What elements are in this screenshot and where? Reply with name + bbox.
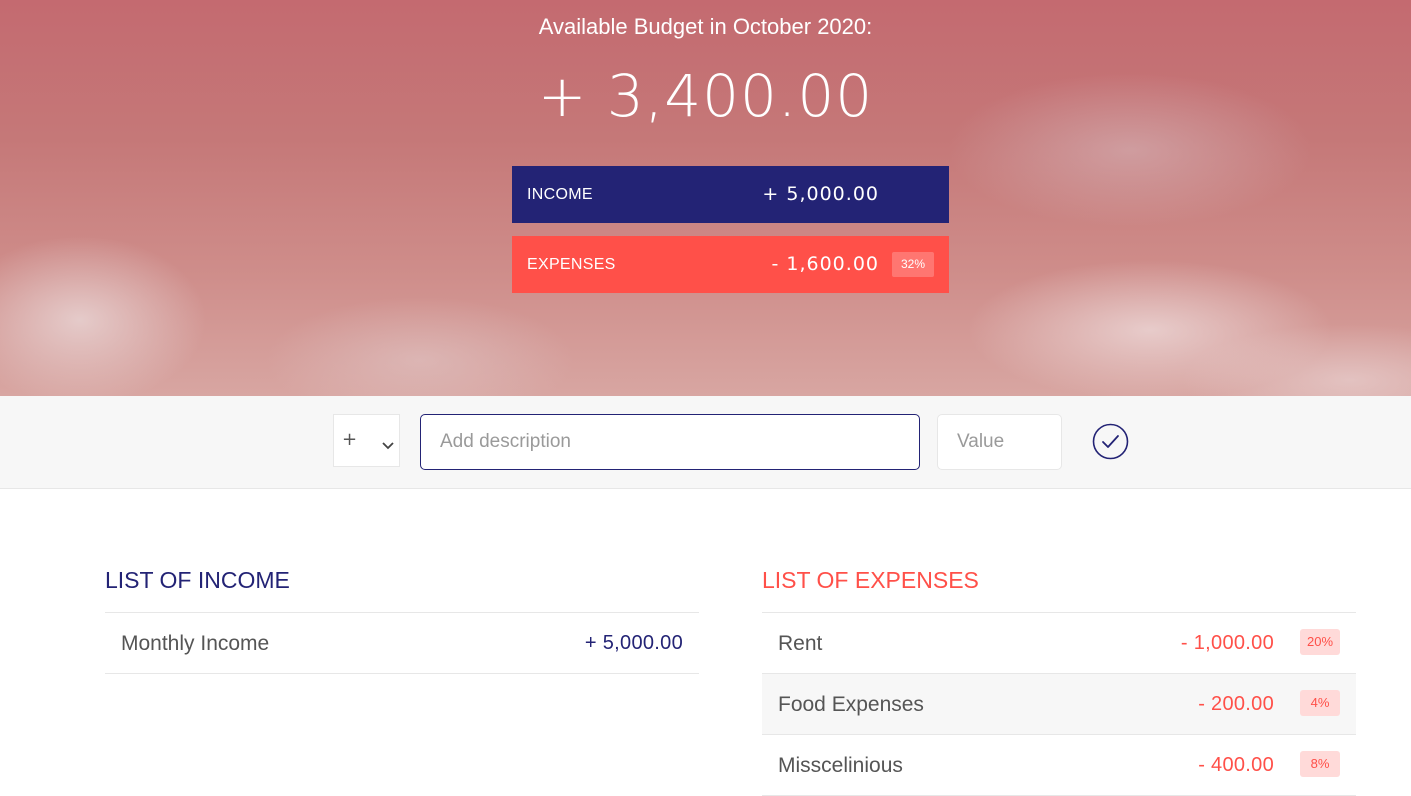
income-item-value: + 5,000.00 — [584, 632, 683, 654]
expense-item-description: Food Expenses — [778, 693, 924, 716]
budget-title: Available Budget in October 2020: — [538, 14, 873, 39]
income-summary-value: + 5,000.00 — [762, 183, 879, 205]
expenses-percentage-badge: 32% — [892, 252, 934, 277]
expenses-summary-label: EXPENSES — [527, 256, 616, 273]
add-item-button[interactable] — [1092, 423, 1129, 460]
expense-item-value: - 400.00 — [1198, 754, 1274, 776]
income-list-title: LIST OF INCOME — [105, 560, 699, 613]
expense-item-value: - 1,000.00 — [1180, 632, 1274, 654]
description-input[interactable] — [420, 414, 920, 470]
income-summary-label: INCOME — [527, 186, 593, 203]
income-item[interactable]: Monthly Income + 5,000.00 — [105, 613, 699, 674]
available-budget-value: + 3,400.00 — [537, 62, 874, 130]
expense-item-percentage: 20% — [1300, 629, 1340, 655]
expense-item[interactable]: Misscelinious - 400.00 8% — [762, 735, 1356, 796]
budget-header: Available Budget in October 2020: + 3,40… — [0, 0, 1411, 396]
expense-item-value: - 200.00 — [1198, 693, 1274, 715]
expenses-summary-value: - 1,600.00 — [771, 253, 879, 275]
type-select[interactable]: + — [333, 414, 400, 467]
check-circle-icon — [1092, 423, 1129, 463]
expense-item-percentage: 8% — [1300, 751, 1340, 777]
income-item-description: Monthly Income — [121, 632, 270, 655]
type-select-value: + — [342, 429, 358, 450]
expenses-summary: EXPENSES - 1,600.00 32% — [512, 236, 949, 293]
value-input[interactable] — [937, 414, 1062, 470]
expenses-list: LIST OF EXPENSES Rent - 1,000.00 20% Foo… — [762, 560, 1356, 796]
expense-item-description: Misscelinious — [778, 754, 903, 777]
expenses-list-title: LIST OF EXPENSES — [762, 560, 1356, 613]
expense-item-percentage: 4% — [1300, 690, 1340, 716]
chevron-down-icon — [382, 435, 394, 454]
add-item-bar: + — [0, 396, 1411, 489]
expense-item[interactable]: Food Expenses - 200.00 4% — [762, 674, 1356, 735]
income-list: LIST OF INCOME Monthly Income + 5,000.00 — [105, 560, 699, 674]
income-summary: INCOME + 5,000.00 — [512, 166, 949, 223]
expense-item[interactable]: Rent - 1,000.00 20% — [762, 613, 1356, 674]
expense-item-description: Rent — [778, 632, 823, 655]
